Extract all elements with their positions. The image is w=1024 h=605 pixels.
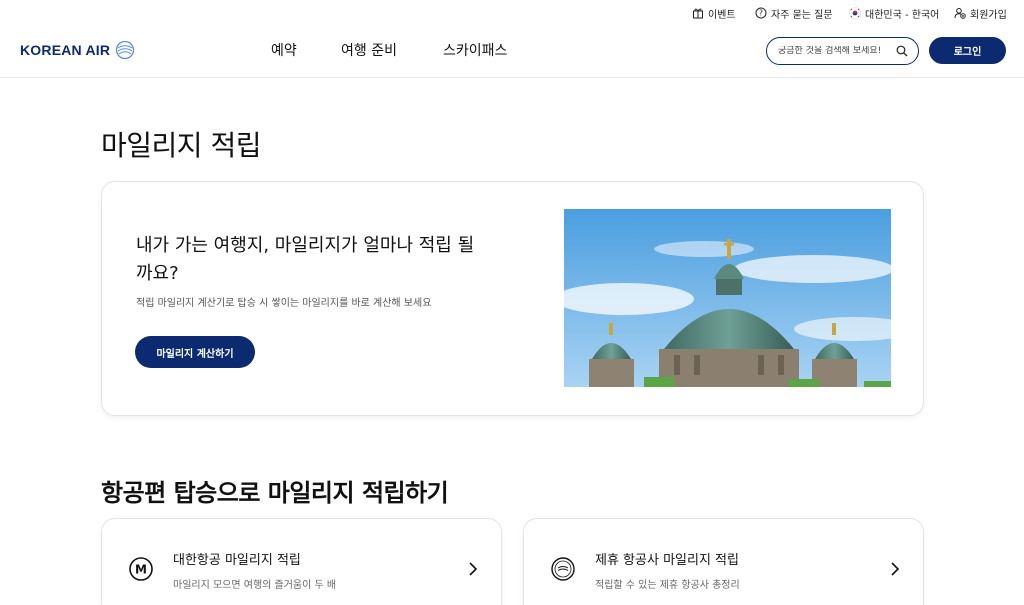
svg-text:?: ? [759, 9, 763, 18]
partner-airline-icon [551, 557, 575, 581]
taegeuk-logo-icon [116, 40, 135, 60]
login-button[interactable]: 로그인 [929, 37, 1006, 64]
svg-text:M: M [135, 563, 147, 577]
korean-air-mileage-card[interactable]: M 대한항공 마일리지 적립 마일리지 모으면 여행의 즐거움이 두 배 [101, 518, 502, 605]
section-title: 항공편 탑승으로 마일리지 적립하기 [101, 479, 449, 507]
faq-link[interactable]: ? 자주 묻는 질문 [755, 5, 833, 21]
faq-label: 자주 묻는 질문 [771, 9, 833, 21]
partner-airline-mileage-card[interactable]: 제휴 항공사 마일리지 적립 적립할 수 있는 제휴 항공사 총정리 [523, 518, 924, 605]
berlin-cathedral-image [564, 209, 891, 387]
m-circle-icon: M [129, 557, 153, 581]
korean-air-logo[interactable]: KOREAN AIR [20, 38, 136, 62]
nav-reservation[interactable]: 예약 [271, 40, 297, 60]
nav-skypass[interactable]: 스카이패스 [443, 40, 507, 60]
events-link[interactable]: 이벤트 [692, 5, 736, 21]
card-title: 제휴 항공사 마일리지 적립 [595, 553, 739, 568]
search-box[interactable] [766, 37, 919, 65]
hero-subtitle: 적립 마일리지 계산기로 탑승 시 쌓이는 마일리지를 바로 계산해 보세요 [136, 298, 432, 309]
gift-icon [693, 8, 703, 19]
user-plus-icon [954, 8, 966, 19]
region-selector[interactable]: 대한민국 - 한국어 [849, 5, 939, 21]
hero-heading: 내가 가는 여행지, 마일리지가 얼마나 적립 될까요? [136, 235, 475, 284]
nav-travel-prep[interactable]: 여행 준비 [341, 40, 397, 60]
events-label: 이벤트 [708, 9, 736, 21]
page-title: 마일리지 적립 [101, 129, 261, 162]
region-label: 대한민국 - 한국어 [865, 9, 940, 21]
question-circle-icon: ? [755, 7, 767, 19]
chevron-right-icon [469, 562, 478, 576]
signup-link[interactable]: 회원가입 [954, 5, 1007, 21]
calculate-mileage-button[interactable]: 마일리지 계산하기 [135, 336, 255, 368]
signup-label: 회원가입 [970, 9, 1007, 21]
utility-bar: 이벤트 ? 자주 묻는 질문 대한민국 - 한국어 회원가입 [0, 0, 1024, 26]
korea-flag-icon [849, 7, 861, 19]
search-input[interactable] [778, 46, 894, 56]
search-icon[interactable] [896, 45, 908, 57]
mileage-calculator-card: 내가 가는 여행지, 마일리지가 얼마나 적립 될까요? 적립 마일리지 계산기… [101, 181, 924, 416]
card-title: 대한항공 마일리지 적립 [173, 553, 301, 568]
card-description: 마일리지 모으면 여행의 즐거움이 두 배 [173, 580, 337, 591]
chevron-right-icon [891, 562, 900, 576]
logo-text: KOREAN AIR [20, 42, 111, 58]
main-header: KOREAN AIR 예약 여행 준비 스카이패스 로그인 [0, 26, 1024, 78]
card-description: 적립할 수 있는 제휴 항공사 총정리 [595, 580, 740, 591]
